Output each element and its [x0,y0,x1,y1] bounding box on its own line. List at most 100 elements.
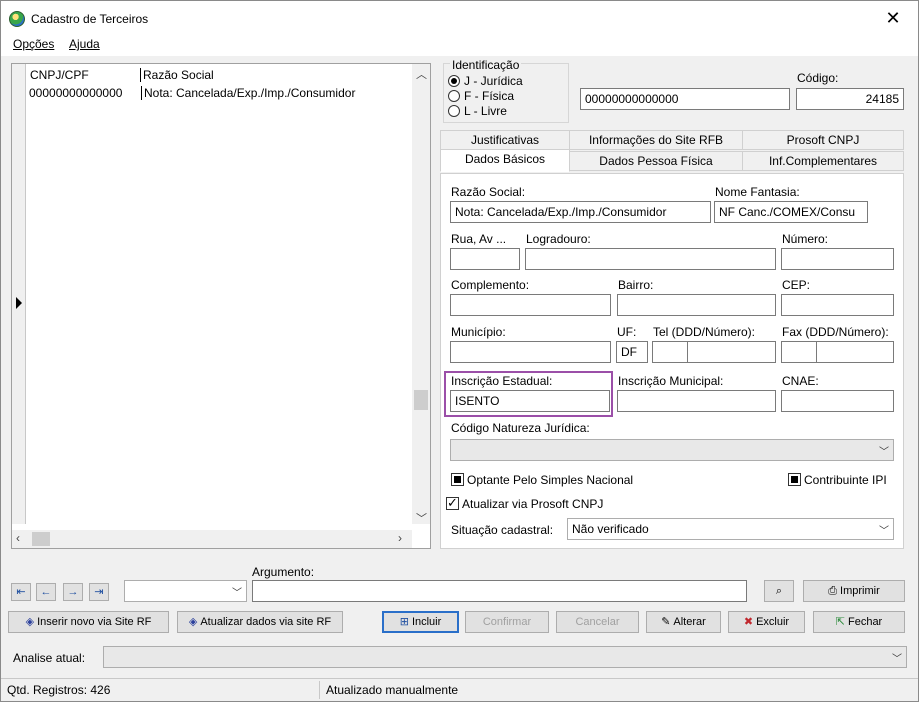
printer-icon: ⎙ [828,585,838,597]
inscricao-municipal-input[interactable] [617,390,776,412]
logradouro-input[interactable] [525,248,776,270]
checkbox-indeterminate-icon [451,473,464,486]
uf-input[interactable]: DF [616,341,648,363]
tel-numero-input[interactable] [687,341,776,363]
natureza-juridica-label: Código Natureza Jurídica: [451,421,590,435]
scroll-right-icon[interactable]: › [398,531,402,545]
tab-dados-pessoa-fisica[interactable]: Dados Pessoa Física [569,151,743,171]
edit-icon: ✎ [661,616,671,628]
radio-fisica[interactable]: F - Física [448,89,514,103]
scroll-left-icon[interactable]: ‹ [16,531,20,545]
search-field-select[interactable]: ﹀ [124,580,247,602]
razao-social-input[interactable]: Nota: Cancelada/Exp./Imp./Consumidor [450,201,711,223]
cancelar-button[interactable]: Cancelar [556,611,639,633]
magnifier-icon: ⌕ [775,585,783,597]
search-button[interactable]: ⌕ [764,580,794,602]
rua-input[interactable] [450,248,520,270]
natureza-juridica-select[interactable]: ﹀ [450,439,894,461]
fax-label: Fax (DDD/Número): [782,325,889,339]
optante-simples-label: Optante Pelo Simples Nacional [467,473,634,487]
scroll-thumb-horizontal[interactable] [32,532,50,546]
close-icon[interactable]: ✕ [882,7,904,29]
tab-inf-complementares[interactable]: Inf.Complementares [742,151,904,171]
scroll-down-icon[interactable]: ﹀ [416,510,427,526]
imprimir-button[interactable]: ⎙ Imprimir [803,580,905,602]
bairro-input[interactable] [617,294,776,316]
numero-input[interactable] [781,248,894,270]
identificacao-legend: Identificação [450,58,522,72]
codigo-input[interactable]: 24185 [796,88,904,110]
analise-atual-select[interactable]: ﹀ [103,646,907,668]
municipio-input[interactable] [450,341,611,363]
column-header-razao-social[interactable]: Razão Social [140,68,214,82]
last-record-icon[interactable]: ⇥ [89,583,109,601]
excluir-label: Excluir [756,616,790,628]
radio-unselected-icon [448,90,460,102]
inscricao-municipal-label: Inscrição Municipal: [618,374,724,388]
inscricao-estadual-input[interactable]: ISENTO [450,390,610,412]
optante-simples-checkbox[interactable]: Optante Pelo Simples Nacional [451,473,633,487]
complemento-input[interactable] [450,294,611,316]
delete-icon: ✖ [743,616,754,628]
menu-ajuda[interactable]: Ajuda [69,37,100,51]
argumento-input[interactable] [252,580,747,602]
radio-selected-icon [448,75,460,87]
checkbox-checked-icon [446,495,459,511]
tab-justificativas[interactable]: Justificativas [440,130,570,150]
current-row-arrow-icon [16,297,22,309]
cnpj-input[interactable]: 00000000000000 [580,88,790,110]
chevron-down-icon: ﹀ [879,447,889,458]
fax-numero-input[interactable] [816,341,894,363]
atualizar-via-site-rf-button[interactable]: ◈ Atualizar dados via site RF [177,611,343,633]
atualizar-prosoft-checkbox[interactable]: Atualizar via Prosoft CNPJ [446,495,603,511]
nome-fantasia-input[interactable]: NF Canc./COMEX/Consu [714,201,868,223]
inserir-via-site-rf-button[interactable]: ◈ Inserir novo via Site RF [8,611,169,633]
cnae-label: CNAE: [782,374,819,388]
incluir-button[interactable]: ⊞ Incluir [382,611,459,633]
fechar-button[interactable]: ⇱ Fechar [813,611,905,633]
tab-prosoft-cnpj[interactable]: Prosoft CNPJ [742,130,904,150]
radio-livre[interactable]: L - Livre [448,104,507,118]
column-header-cnpj[interactable]: CNPJ/CPF [30,68,89,82]
cell-cnpj: 00000000000000 [29,86,123,100]
grid-vertical-scrollbar[interactable]: ︿ ﹀ [412,64,430,526]
incluir-label: Incluir [411,616,442,628]
status-separator [319,681,320,699]
next-record-icon[interactable]: → [63,583,83,601]
codigo-label: Código: [797,71,839,85]
contribuinte-ipi-checkbox[interactable]: Contribuinte IPI [788,473,887,487]
cep-input[interactable] [781,294,894,316]
app-globe-icon [9,11,25,27]
status-record-count: Qtd. Registros: 426 [7,683,111,697]
first-record-icon[interactable]: ⇤ [11,583,31,601]
title-bar: Cadastro de Terceiros ✕ [1,1,918,34]
records-grid[interactable]: CNPJ/CPF Razão Social 00000000000000 Not… [11,63,431,549]
alterar-button[interactable]: ✎ Alterar [646,611,721,633]
analise-atual-label: Analise atual: [13,651,86,665]
excluir-button[interactable]: ✖ Excluir [728,611,805,633]
radio-juridica[interactable]: J - Jurídica [448,74,523,88]
situacao-value: Não verificado [572,522,649,536]
scroll-thumb[interactable] [414,390,428,410]
tab-dados-basicos[interactable]: Dados Básicos [440,149,570,172]
menu-opcoes[interactable]: Opções [13,37,54,51]
confirmar-button[interactable]: Confirmar [465,611,549,633]
cell-razao-social: Nota: Cancelada/Exp./Imp./Consumidor [141,86,355,100]
scroll-up-icon[interactable]: ︿ [416,66,427,82]
row-indicator-column [12,64,26,524]
tab-informacoes-site-rfb[interactable]: Informações do Site RFB [569,130,743,150]
grid-horizontal-scrollbar[interactable]: ‹ › [12,530,412,548]
diamond-icon: ◈ [25,616,35,628]
bairro-label: Bairro: [618,278,654,292]
status-update-mode: Atualizado manualmente [326,683,459,697]
table-row[interactable]: 00000000000000 Nota: Cancelada/Exp./Imp.… [27,84,411,100]
atualizar-rf-label: Atualizar dados via site RF [200,616,332,628]
cnae-input[interactable] [781,390,894,412]
fax-ddd-input[interactable] [781,341,817,363]
previous-record-icon[interactable]: ← [36,583,56,601]
nome-fantasia-label: Nome Fantasia: [715,185,800,199]
situacao-select[interactable]: Não verificado ﹀ [567,518,894,540]
chevron-down-icon: ﹀ [232,588,242,599]
rua-label: Rua, Av ... [451,232,507,246]
tel-ddd-input[interactable] [652,341,688,363]
